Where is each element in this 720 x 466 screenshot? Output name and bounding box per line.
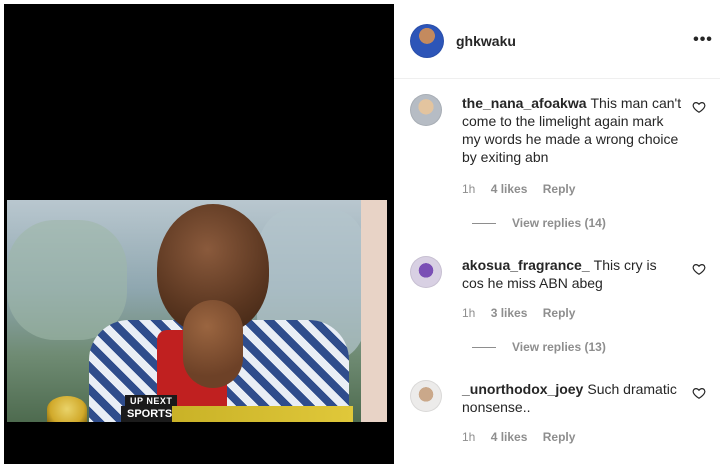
more-options-icon[interactable]: ••• (692, 30, 714, 50)
commenter-username[interactable]: akosua_fragrance_ (462, 257, 590, 273)
comment-text: _unorthodox_joey Such dramatic nonsense.. (462, 380, 682, 416)
like-heart-icon[interactable] (692, 386, 706, 400)
video-person-hand (183, 300, 243, 388)
commenter-avatar[interactable] (410, 256, 442, 288)
comment-meta: 1h 4 likes Reply (462, 182, 587, 196)
view-replies-label: View replies (13) (512, 340, 606, 354)
view-replies-button[interactable]: View replies (13) (472, 340, 606, 354)
view-replies-label: View replies (14) (512, 216, 606, 230)
like-heart-icon[interactable] (692, 262, 706, 276)
comment-time: 1h (462, 430, 476, 444)
video-side-bar (361, 200, 387, 422)
post-media[interactable]: UP NEXT SPORTS (4, 4, 394, 464)
comments-panel: ghkwaku ••• the_nana_afoakwa This man can… (394, 4, 720, 466)
comment-likes[interactable]: 4 likes (491, 430, 528, 444)
author-username[interactable]: ghkwaku (456, 33, 516, 49)
post-window: UP NEXT SPORTS ghkwaku ••• the_nana_afoa… (0, 0, 720, 466)
commenter-username[interactable]: the_nana_afoakwa (462, 95, 587, 111)
comment-meta: 1h 4 likes Reply (462, 430, 587, 444)
post-header: ghkwaku ••• (394, 4, 720, 79)
comment-text: akosua_fragrance_ This cry is cos he miss… (462, 256, 682, 292)
replies-divider-line (472, 223, 496, 225)
replies-divider-line (472, 347, 496, 349)
video-frame[interactable]: UP NEXT SPORTS (7, 200, 387, 422)
reply-button[interactable]: Reply (543, 182, 576, 196)
like-heart-icon[interactable] (692, 100, 706, 114)
view-replies-button[interactable]: View replies (14) (472, 216, 606, 230)
comment-likes[interactable]: 3 likes (491, 306, 528, 320)
commenter-avatar[interactable] (410, 94, 442, 126)
comment-meta: 1h 3 likes Reply (462, 306, 587, 320)
comment-likes[interactable]: 4 likes (491, 182, 528, 196)
comment-time: 1h (462, 306, 476, 320)
channel-logo (47, 396, 87, 422)
video-background (7, 220, 127, 340)
comment-time: 1h (462, 182, 476, 196)
commenter-avatar[interactable] (410, 380, 442, 412)
segment-banner: SPORTS (121, 406, 353, 422)
commenter-username[interactable]: _unorthodox_joey (462, 381, 583, 397)
comment-text: the_nana_afoakwa This man can't come to t… (462, 94, 682, 166)
reply-button[interactable]: Reply (543, 306, 576, 320)
reply-button[interactable]: Reply (543, 430, 576, 444)
author-avatar[interactable] (410, 24, 444, 58)
